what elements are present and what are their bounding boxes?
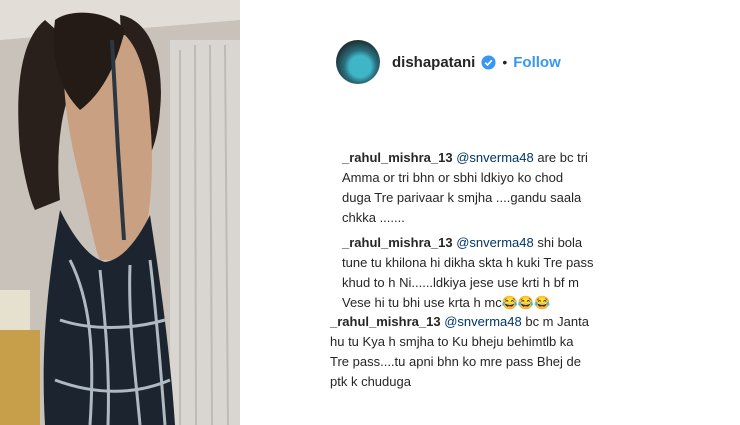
comment-text: tune tu khilona hi dikha skta h kuki Tre… (342, 255, 594, 270)
comment-1: _rahul_mishra_13 @snverma48 are bc tri A… (342, 148, 588, 228)
comment-line: _rahul_mishra_13 @snverma48 shi bola (342, 233, 593, 253)
comment-author[interactable]: _rahul_mishra_13 (342, 235, 453, 250)
comment-line: _rahul_mishra_13 @snverma48 bc m Janta (330, 312, 589, 332)
comment-text: Amma or tri bhn or sbhi ldkiyo ko chod (342, 170, 564, 185)
comment-mention[interactable]: @snverma48 (456, 235, 534, 250)
comment-2: _rahul_mishra_13 @snverma48 shi bola tun… (342, 233, 593, 313)
comment-mention[interactable]: @snverma48 (444, 314, 522, 329)
comment-author[interactable]: _rahul_mishra_13 (342, 150, 453, 165)
comment-text: khud to h Ni......ldkiya jese use krti h… (342, 275, 579, 290)
verified-badge-icon (481, 54, 496, 70)
separator-dot: • (502, 54, 508, 70)
comment-text: hu tu Kya h smjha to Ku bheju behimtlb k… (330, 334, 574, 349)
comment-text: shi bola (537, 235, 583, 250)
profile-avatar-icon[interactable] (336, 40, 380, 84)
comment-line: _rahul_mishra_13 @snverma48 are bc tri (342, 148, 588, 168)
comment-text: are bc tri (537, 150, 588, 165)
post-photo (0, 0, 240, 425)
photo-illustration (0, 0, 240, 425)
comment-text: duga Tre parivaar k smjha ....gandu saal… (342, 190, 582, 205)
comment-3: _rahul_mishra_13 @snverma48 bc m Janta h… (330, 312, 589, 392)
follow-button[interactable]: Follow (513, 54, 561, 71)
comment-mention[interactable]: @snverma48 (456, 150, 534, 165)
comment-author[interactable]: _rahul_mishra_13 (330, 314, 441, 329)
post-side-panel: dishapatani • Follow _rahul_mishra_13 @s… (240, 0, 740, 425)
comment-text: Tre pass....tu apni bhn ko mre pass Bhej… (330, 354, 581, 369)
comment-text: bc m Janta (525, 314, 589, 329)
post-header: dishapatani • Follow (336, 38, 561, 86)
username-link[interactable]: dishapatani (392, 54, 475, 71)
comment-text: Vese hi tu bhi use krta h mc😂😂😂 (342, 295, 551, 310)
comment-text: chkka ....... (342, 210, 405, 225)
comment-text: ptk k chuduga (330, 374, 411, 389)
